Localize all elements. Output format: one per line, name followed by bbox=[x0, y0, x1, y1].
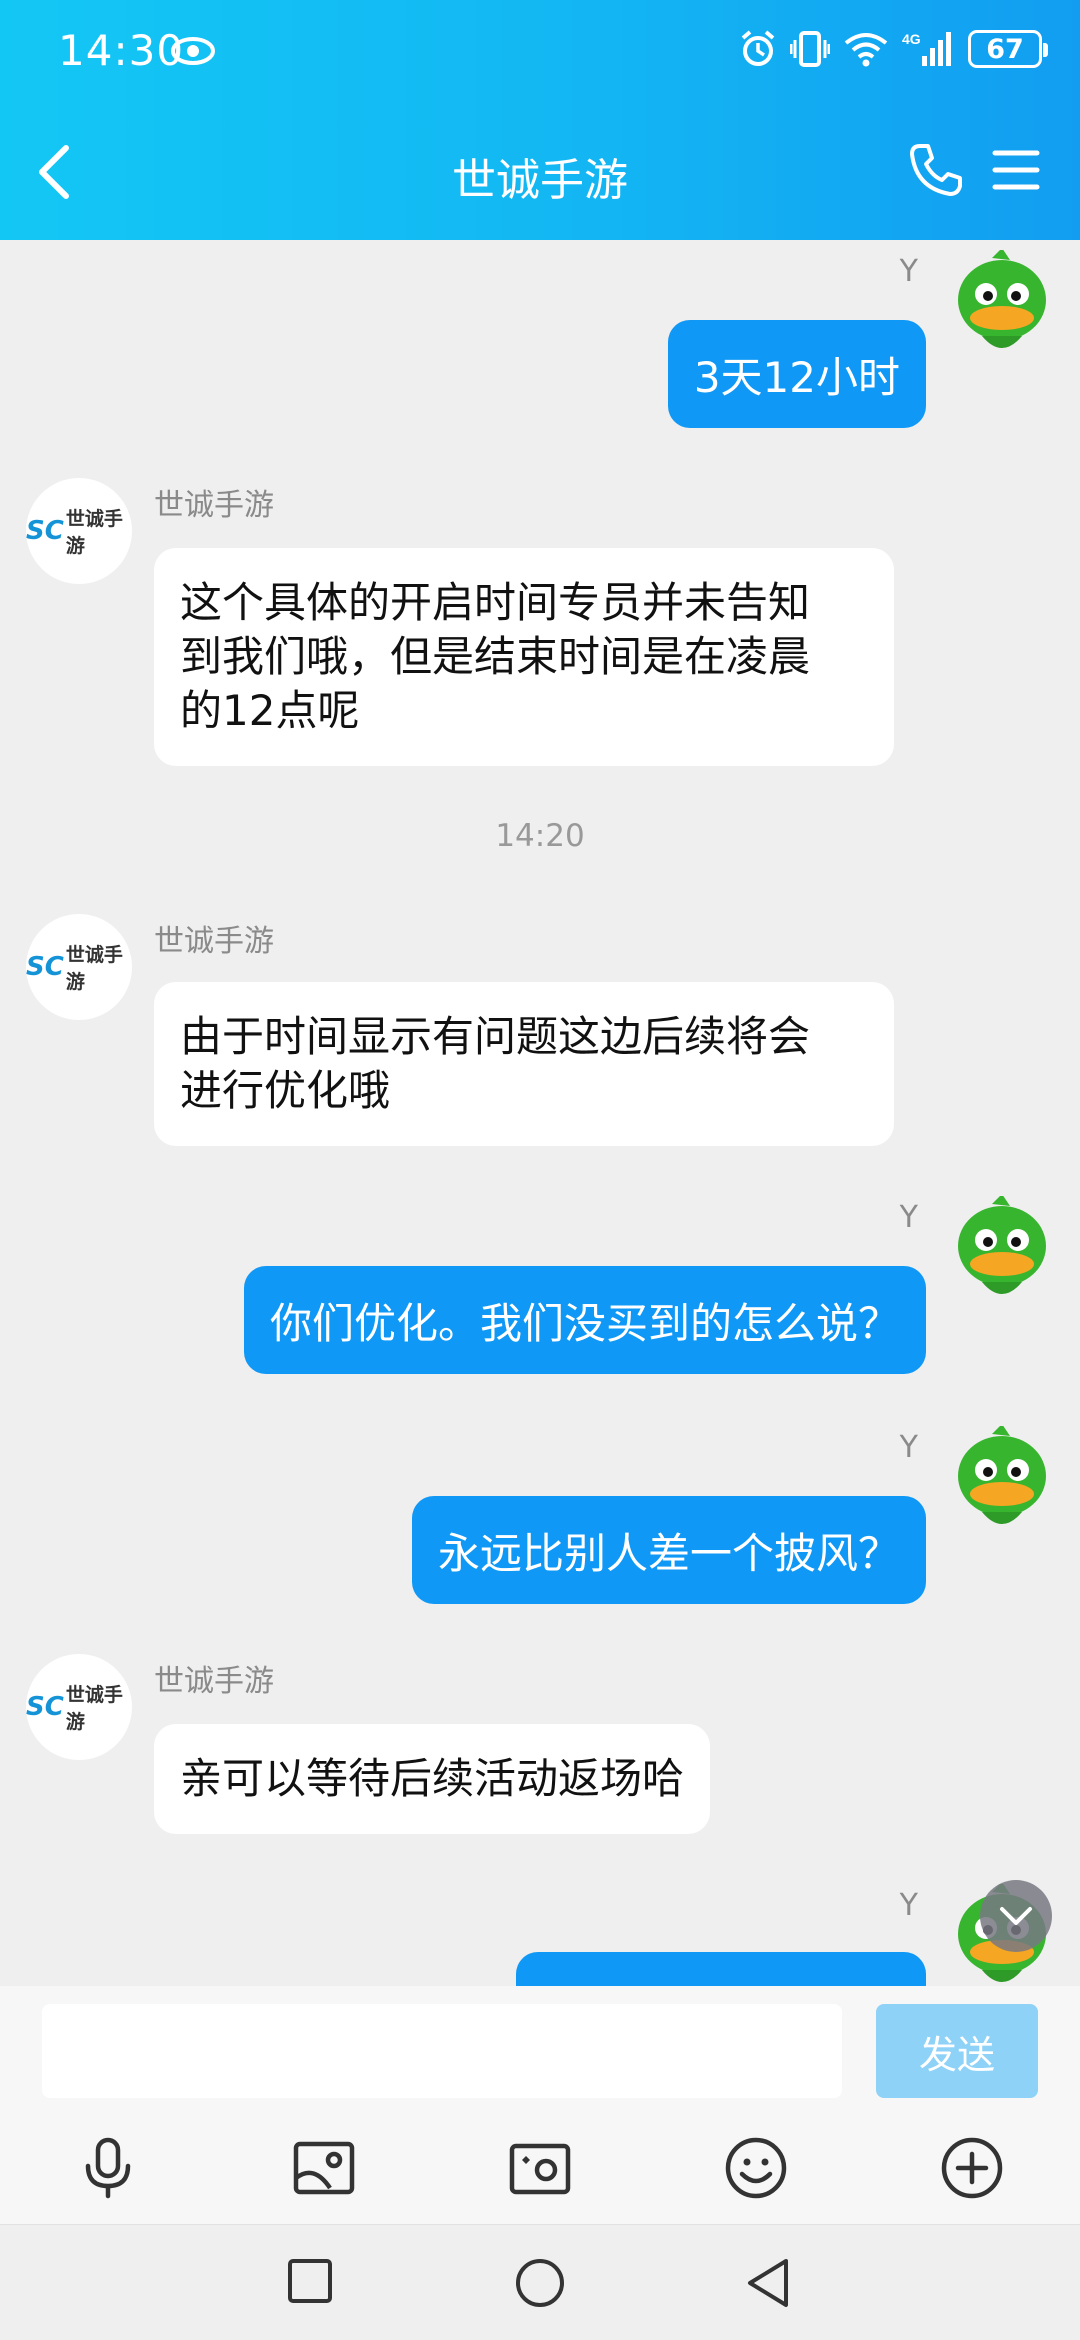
scroll-to-bottom-button[interactable] bbox=[980, 1880, 1052, 1952]
message-bubble-out[interactable]: 永远比别人差一个披风？ bbox=[411, 1496, 926, 1604]
status-time: 14:30 bbox=[58, 26, 185, 75]
recents-icon[interactable] bbox=[286, 2257, 334, 2305]
send-button[interactable]: 发送 bbox=[876, 2004, 1038, 2098]
sender-name: Y bbox=[899, 1888, 918, 1923]
camera-icon[interactable] bbox=[506, 2134, 574, 2202]
status-icons: 4G 67 bbox=[740, 30, 1048, 68]
alarm-icon bbox=[741, 30, 775, 66]
timestamp: 14:20 bbox=[495, 818, 585, 854]
duck-avatar-icon[interactable] bbox=[946, 1426, 1058, 1538]
plus-icon[interactable] bbox=[938, 2134, 1006, 2202]
input-bar: 发送 bbox=[0, 1986, 1080, 2110]
input-toolbar bbox=[0, 2110, 1080, 2224]
message-bubble-in[interactable]: 这个具体的开启时间专员并未告知 到我们哦，但是结束时间是在凌晨 的12点呢 bbox=[154, 548, 894, 766]
image-icon[interactable] bbox=[290, 2134, 358, 2202]
vibrate-icon bbox=[790, 31, 830, 67]
back-nav-icon[interactable] bbox=[744, 2257, 792, 2309]
message-text: 永远比别人差一个披风？ bbox=[437, 1528, 900, 1578]
message-bubble-in[interactable]: 由于时间显示有问题这边后续将会 进行优化哦 bbox=[154, 982, 894, 1146]
signal-4g-icon: 4G bbox=[902, 31, 951, 66]
system-nav-bar bbox=[0, 2224, 1080, 2340]
avatar-logo-mark: SC bbox=[26, 952, 64, 982]
chevron-down-icon bbox=[1000, 1907, 1032, 1925]
sender-name: 世诚手游 bbox=[154, 1664, 274, 1699]
avatar-logo-text: 世诚手游 bbox=[65, 508, 123, 557]
phone-icon[interactable] bbox=[906, 140, 966, 200]
duck-avatar-icon[interactable] bbox=[946, 250, 1058, 362]
message-bubble-in[interactable]: 亲可以等待后续活动返场哈 bbox=[154, 1724, 711, 1834]
message-text: 3天12小时 bbox=[693, 352, 900, 402]
sender-name: 世诚手游 bbox=[154, 924, 274, 959]
message-line: 这个具体的开启时间专员并未告知 bbox=[180, 578, 811, 627]
sender-name: Y bbox=[899, 1200, 918, 1235]
battery-level: 67 bbox=[986, 33, 1024, 65]
message-line: 到我们哦，但是结束时间是在凌晨 bbox=[180, 632, 811, 681]
battery-indicator: 67 bbox=[968, 30, 1048, 68]
avatar-logo-text: 世诚手游 bbox=[65, 1684, 123, 1733]
sender-name: Y bbox=[899, 1430, 918, 1465]
eye-icon bbox=[171, 37, 215, 65]
message-line: 亲可以等待后续活动返场哈 bbox=[180, 1754, 685, 1803]
home-icon[interactable] bbox=[514, 2257, 566, 2309]
avatar-logo-mark: SC bbox=[26, 516, 64, 546]
shicheng-avatar[interactable]: SC 世诚手游 bbox=[26, 914, 132, 1020]
emoji-icon[interactable] bbox=[722, 2134, 790, 2202]
message-line: 的12点呢 bbox=[180, 686, 360, 735]
message-line: 进行优化哦 bbox=[180, 1066, 391, 1115]
message-bubble-out[interactable]: 你们优化。我们没买到的怎么说？ bbox=[243, 1266, 926, 1374]
message-text: 你们优化。我们没买到的怎么说？ bbox=[269, 1298, 900, 1348]
top-bar: 14:30 4G 67 世诚手游 bbox=[0, 0, 1080, 240]
microphone-icon[interactable] bbox=[74, 2134, 142, 2202]
avatar-logo-mark: SC bbox=[26, 1692, 64, 1722]
message-bubble-out[interactable] bbox=[516, 1952, 926, 1986]
status-bar: 14:30 4G 67 bbox=[0, 0, 1080, 108]
message-bubble-out[interactable]: 3天12小时 bbox=[667, 320, 926, 428]
wifi-icon bbox=[844, 33, 888, 67]
sender-name: 世诚手游 bbox=[154, 488, 274, 523]
shicheng-avatar[interactable]: SC 世诚手游 bbox=[26, 478, 132, 584]
message-line: 由于时间显示有问题这边后续将会 bbox=[180, 1012, 811, 1061]
duck-avatar-icon[interactable] bbox=[946, 1196, 1058, 1308]
svg-text:4G: 4G bbox=[902, 31, 921, 47]
chat-area[interactable]: Y 3天12小时 SC 世诚手游 世诚手游 这个具体的开启时间专员并未告知 到我… bbox=[0, 240, 1080, 1986]
shicheng-avatar[interactable]: SC 世诚手游 bbox=[26, 1654, 132, 1760]
message-input[interactable] bbox=[42, 2004, 842, 2098]
menu-icon[interactable] bbox=[992, 148, 1040, 192]
avatar-logo-text: 世诚手游 bbox=[65, 944, 123, 993]
sender-name: Y bbox=[899, 254, 918, 289]
